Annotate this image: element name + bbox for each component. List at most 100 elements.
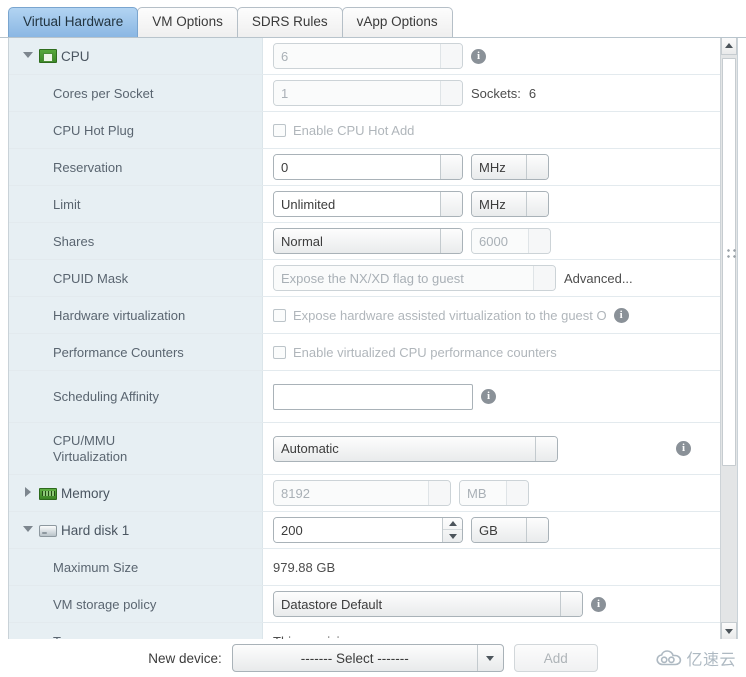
tab-vapp-options[interactable]: vApp Options	[341, 7, 453, 37]
enable-cpu-hot-add-checkbox-row[interactable]: Enable CPU Hot Add	[273, 123, 414, 138]
maximum-size-value: 979.88 GB	[273, 559, 336, 575]
memory-value-cell: 8192 MB	[263, 475, 721, 511]
watermark-text: 亿速云	[686, 652, 736, 669]
row-performance-counters: Performance Counters Enable virtualized …	[9, 334, 721, 371]
limit-unit-value: MHz	[472, 192, 526, 216]
chevron-down-icon[interactable]	[476, 645, 503, 671]
hard-disk-icon	[39, 525, 57, 537]
cpuid-mask-value: Expose the NX/XD flag to guest	[274, 266, 533, 290]
scheduling-affinity-input[interactable]	[273, 383, 473, 410]
hardware-virtualization-label: Hardware virtualization	[9, 297, 263, 333]
hard-disk-unit-value: GB	[472, 518, 526, 542]
chevron-down-icon[interactable]	[440, 44, 462, 68]
row-hardware-virtualization: Hardware virtualization Expose hardware …	[9, 297, 721, 334]
cores-per-socket-select[interactable]: 1	[273, 80, 463, 106]
vm-storage-policy-label: VM storage policy	[9, 586, 263, 622]
chevron-down-icon[interactable]	[526, 192, 548, 216]
row-maximum-size: Maximum Size 979.88 GB	[9, 549, 721, 586]
reservation-unit-select[interactable]: MHz	[471, 154, 549, 180]
row-type: Type Thin provision	[9, 623, 721, 639]
reservation-input[interactable]: 0	[273, 154, 463, 180]
checkbox-icon[interactable]	[273, 123, 286, 137]
row-cpuid-mask: CPUID Mask Expose the NX/XD flag to gues…	[9, 260, 721, 297]
chevron-down-icon[interactable]	[526, 155, 548, 179]
row-limit: Limit Unlimited MHz	[9, 186, 721, 223]
chevron-down-icon[interactable]	[560, 592, 582, 616]
tab-label: SDRS Rules	[251, 14, 328, 29]
cpu-mmu-value-cell: Automatic i	[263, 431, 721, 467]
hard-disk-unit-select[interactable]: GB	[471, 517, 549, 543]
sockets-value: 6	[528, 85, 537, 101]
shares-amount-input[interactable]: 6000	[471, 228, 551, 254]
reservation-value-cell: 0 MHz	[263, 149, 721, 185]
tab-virtual-hardware[interactable]: Virtual Hardware	[8, 7, 139, 37]
info-icon[interactable]: i	[481, 389, 496, 404]
new-device-select[interactable]: ------- Select -------	[231, 644, 504, 672]
stepper-icon[interactable]	[442, 518, 462, 542]
cpu-mmu-select[interactable]: Automatic	[273, 435, 558, 462]
chevron-right-icon[interactable]	[21, 486, 35, 500]
chevron-down-icon[interactable]	[533, 266, 555, 290]
cpu-header-cell[interactable]: CPU	[9, 38, 263, 74]
shares-select[interactable]: Normal	[273, 228, 463, 254]
performance-counters-label: Performance Counters	[9, 334, 263, 370]
shares-amount-value: 6000	[472, 229, 528, 253]
chevron-down-icon[interactable]	[428, 481, 450, 505]
cpu-label: CPU	[61, 48, 90, 64]
cpuid-mask-select[interactable]: Expose the NX/XD flag to guest	[273, 265, 556, 291]
memory-unit-select[interactable]: MB	[459, 480, 529, 506]
checkbox-icon[interactable]	[273, 308, 286, 322]
cpu-hot-plug-value-cell: Enable CPU Hot Add	[263, 112, 721, 148]
row-cpu-hot-plug: CPU Hot Plug Enable CPU Hot Add	[9, 112, 721, 149]
info-icon[interactable]: i	[591, 596, 606, 612]
vertical-scrollbar[interactable]	[720, 38, 737, 639]
limit-unit-select[interactable]: MHz	[471, 191, 549, 217]
cpu-count-select[interactable]: 6	[273, 43, 463, 69]
vm-storage-policy-select[interactable]: Datastore Default	[273, 591, 583, 617]
expose-hardware-virtualization-checkbox-row[interactable]: Expose hardware assisted virtualization …	[273, 307, 629, 323]
memory-header-cell[interactable]: Memory	[9, 475, 263, 511]
chevron-down-icon[interactable]	[21, 49, 35, 63]
reservation-value: 0	[274, 155, 440, 179]
scroll-up-button[interactable]	[721, 38, 737, 55]
sockets-label: Sockets:	[471, 85, 521, 101]
cpuid-mask-value-cell: Expose the NX/XD flag to guest Advanced.…	[263, 260, 721, 296]
cpuid-mask-label: CPUID Mask	[9, 260, 263, 296]
info-icon[interactable]: i	[676, 441, 691, 456]
scrollbar-thumb[interactable]	[722, 58, 736, 466]
chevron-down-icon[interactable]	[535, 436, 557, 461]
add-button[interactable]: Add	[513, 644, 598, 672]
scroll-down-button[interactable]	[721, 622, 737, 639]
hard-disk-header-cell[interactable]: Hard disk 1	[9, 512, 263, 548]
tab-sdrs-rules[interactable]: SDRS Rules	[236, 7, 343, 37]
memory-size-input[interactable]: 8192	[273, 480, 451, 506]
cores-per-socket-value-cell: 1 Sockets: 6	[263, 75, 721, 111]
chevron-down-icon[interactable]	[440, 192, 462, 216]
chevron-down-icon[interactable]	[21, 523, 35, 537]
info-icon[interactable]: i	[613, 307, 629, 323]
limit-label: Limit	[9, 186, 263, 222]
chevron-down-icon[interactable]	[440, 229, 462, 253]
tab-vm-options[interactable]: VM Options	[137, 7, 238, 37]
reservation-unit-value: MHz	[472, 155, 526, 179]
limit-input[interactable]: Unlimited	[273, 191, 463, 217]
chevron-down-icon[interactable]	[526, 518, 548, 542]
info-icon[interactable]: i	[471, 48, 486, 64]
type-label: Type	[9, 623, 263, 639]
resize-grip-icon[interactable]	[727, 249, 736, 258]
checkbox-icon[interactable]	[273, 345, 286, 359]
chevron-down-icon[interactable]	[440, 81, 462, 105]
enable-virtualized-cpu-counters-checkbox-row[interactable]: Enable virtualized CPU performance count…	[273, 345, 557, 360]
row-hard-disk-1: Hard disk 1 200 GB	[9, 512, 721, 549]
chevron-down-icon[interactable]	[440, 155, 462, 179]
row-cpu-mmu-virtualization: CPU/MMU Virtualization Automatic i	[9, 423, 721, 475]
hard-disk-size-input[interactable]: 200	[273, 517, 463, 543]
expose-hardware-virtualization-label: Expose hardware assisted virtualization …	[293, 307, 607, 323]
tab-bar: Virtual Hardware VM Options SDRS Rules v…	[0, 0, 746, 38]
hard-disk-size-value: 200	[274, 518, 442, 542]
advanced-link[interactable]: Advanced...	[564, 271, 633, 286]
chevron-down-icon[interactable]	[506, 481, 528, 505]
row-reservation: Reservation 0 MHz	[9, 149, 721, 186]
enable-virtualized-cpu-counters-label: Enable virtualized CPU performance count…	[293, 344, 557, 360]
chevron-down-icon[interactable]	[528, 229, 550, 253]
